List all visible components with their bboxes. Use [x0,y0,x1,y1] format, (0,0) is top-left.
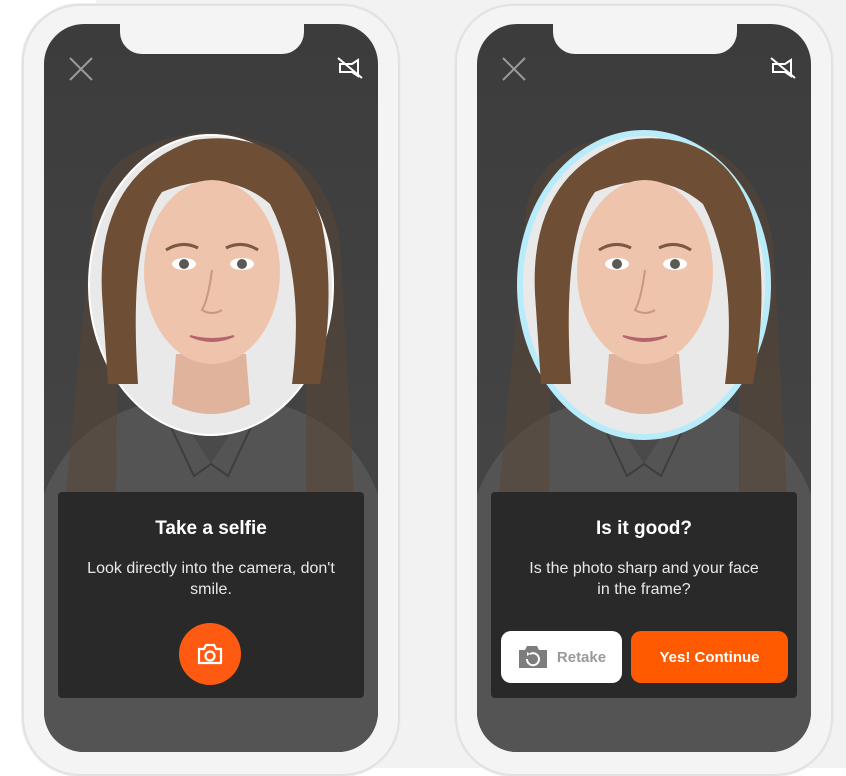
close-icon[interactable] [68,56,94,82]
flash-off-icon[interactable] [336,56,364,80]
review-question: Is the photo sharp and your face in the … [529,560,759,598]
instruction-text: Look directly into the camera, don't smi… [87,560,335,598]
review-screen: Is it good? Is the photo sharp and your … [477,24,811,752]
capture-button[interactable] [179,623,241,685]
instruction-card: Take a selfie Look directly into the cam… [58,492,364,698]
phone-notch [120,24,304,54]
phone-frame-selfie: Take a selfie Look directly into the cam… [22,4,400,776]
card-title: Take a selfie [155,518,267,539]
review-card: Is it good? Is the photo sharp and your … [491,492,797,698]
card-title: Is it good? [595,518,693,539]
camera-screen: Take a selfie Look directly into the cam… [44,24,378,752]
phone-frame-review: Is it good? Is the photo sharp and your … [455,4,833,776]
flash-off-icon[interactable] [769,56,797,80]
camera-icon [197,643,223,665]
retake-button[interactable]: Retake [501,631,622,683]
continue-button[interactable]: Yes! Continue [631,631,788,683]
retake-label: Retake [556,648,607,666]
retake-camera-icon [518,646,547,668]
close-icon[interactable] [501,56,527,82]
phone-notch [553,24,737,54]
